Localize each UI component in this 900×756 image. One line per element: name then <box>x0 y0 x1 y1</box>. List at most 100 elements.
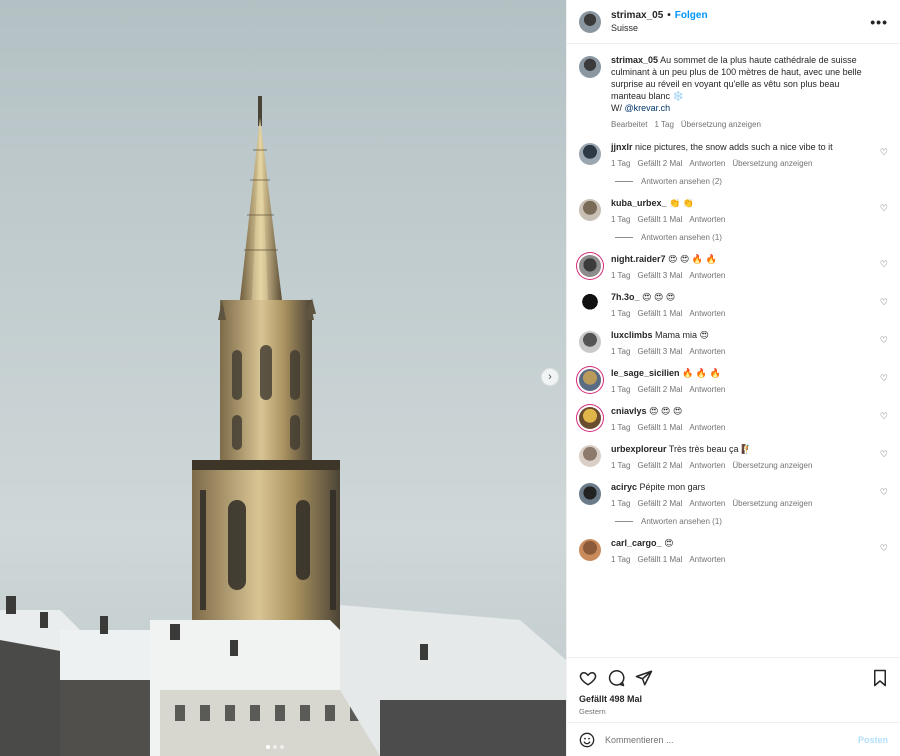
comment-username[interactable]: jjnxlr <box>611 142 633 152</box>
comment-likes[interactable]: Gefällt 2 Mal <box>637 461 682 470</box>
comment-time[interactable]: 1 Tag <box>611 423 630 432</box>
comment: urbexploreur Très très beau ça 🧗 1 Tag G… <box>579 443 888 470</box>
comment-time[interactable]: 1 Tag <box>611 309 630 318</box>
view-replies-button[interactable]: Antworten ansehen (1) <box>615 517 888 526</box>
comment-username[interactable]: luxclimbs <box>611 330 653 340</box>
comment-text: Pépite mon gars <box>639 482 706 492</box>
comment-text: 🔥 🔥 🔥 <box>682 368 721 378</box>
comment-username[interactable]: le_sage_sicilien <box>611 368 680 378</box>
translate-link[interactable]: Übersetzung anzeigen <box>732 461 812 470</box>
reply-button[interactable]: Antworten <box>689 215 725 224</box>
reply-button[interactable]: Antworten <box>689 499 725 508</box>
chevron-right-icon: › <box>548 371 552 383</box>
like-comment-heart-icon[interactable]: ♡ <box>880 335 888 346</box>
commenter-avatar[interactable] <box>579 407 601 429</box>
view-replies-button[interactable]: Antworten ansehen (1) <box>615 233 888 242</box>
comment-username[interactable]: carl_cargo_ <box>611 538 662 548</box>
reply-button[interactable]: Antworten <box>689 555 725 564</box>
like-comment-heart-icon[interactable]: ♡ <box>880 147 888 158</box>
commenter-avatar[interactable] <box>579 143 601 165</box>
comment-username[interactable]: aciryc <box>611 482 637 492</box>
caption-username[interactable]: strimax_05 <box>611 55 658 65</box>
caption-time[interactable]: 1 Tag <box>654 120 673 129</box>
next-slide-button[interactable]: › <box>541 368 559 386</box>
author-avatar[interactable] <box>579 56 601 78</box>
commenter-avatar[interactable] <box>579 331 601 353</box>
like-comment-heart-icon[interactable]: ♡ <box>880 203 888 214</box>
comment-username[interactable]: night.raider7 <box>611 254 666 264</box>
like-comment-heart-icon[interactable]: ♡ <box>880 373 888 384</box>
like-comment-heart-icon[interactable]: ♡ <box>880 543 888 554</box>
commenter-avatar[interactable] <box>579 199 601 221</box>
translate-link[interactable]: Übersetzung anzeigen <box>732 159 812 168</box>
comment-time[interactable]: 1 Tag <box>611 159 630 168</box>
comment-username[interactable]: urbexploreur <box>611 444 667 454</box>
comment-likes[interactable]: Gefällt 1 Mal <box>637 555 682 564</box>
bookmark-icon[interactable] <box>872 669 888 687</box>
comment-username[interactable]: kuba_urbex_ <box>611 198 667 208</box>
comment-text: 👏 👏 <box>669 198 694 208</box>
reply-button[interactable]: Antworten <box>689 309 725 318</box>
reply-button[interactable]: Antworten <box>689 423 725 432</box>
comment-input[interactable]: Kommentieren ... <box>605 735 848 745</box>
comment-text: 😍 <box>664 538 674 548</box>
reply-button[interactable]: Antworten <box>689 385 725 394</box>
comment-time[interactable]: 1 Tag <box>611 271 630 280</box>
comment-time[interactable]: 1 Tag <box>611 499 630 508</box>
comment-likes[interactable]: Gefällt 2 Mal <box>637 159 682 168</box>
heart-icon[interactable] <box>579 669 597 687</box>
like-comment-heart-icon[interactable]: ♡ <box>880 449 888 460</box>
comments-feed[interactable]: strimax_05 Au sommet de la plus haute ca… <box>567 44 900 657</box>
commenter-avatar[interactable] <box>579 483 601 505</box>
reply-button[interactable]: Antworten <box>689 461 725 470</box>
translate-link[interactable]: Übersetzung anzeigen <box>732 499 812 508</box>
post-date[interactable]: Gestern <box>579 707 888 716</box>
post-actions: Gefällt 498 Mal Gestern <box>567 657 900 722</box>
post-location[interactable]: Suisse <box>611 23 870 33</box>
view-replies-button[interactable]: Antworten ansehen (2) <box>615 177 888 186</box>
comment-time[interactable]: 1 Tag <box>611 347 630 356</box>
like-count[interactable]: Gefällt 498 Mal <box>579 694 888 704</box>
emoji-icon[interactable] <box>579 732 595 748</box>
translate-link[interactable]: Übersetzung anzeigen <box>681 120 761 129</box>
credit-link[interactable]: @krevar.ch <box>625 103 671 113</box>
post-photo[interactable]: › <box>0 0 566 756</box>
comment-time[interactable]: 1 Tag <box>611 461 630 470</box>
comment-likes[interactable]: Gefällt 1 Mal <box>637 309 682 318</box>
comment-likes[interactable]: Gefällt 3 Mal <box>637 271 682 280</box>
comment-text: 😍 😍 🔥 🔥 <box>668 254 717 264</box>
reply-button[interactable]: Antworten <box>689 159 725 168</box>
like-comment-heart-icon[interactable]: ♡ <box>880 259 888 270</box>
carousel-dot <box>280 745 284 749</box>
comment-likes[interactable]: Gefällt 1 Mal <box>637 215 682 224</box>
like-comment-heart-icon[interactable]: ♡ <box>880 411 888 422</box>
comment-likes[interactable]: Gefällt 3 Mal <box>637 347 682 356</box>
commenter-avatar[interactable] <box>579 369 601 391</box>
like-comment-heart-icon[interactable]: ♡ <box>880 297 888 308</box>
comment-username[interactable]: cniavlys <box>611 406 647 416</box>
comment-likes[interactable]: Gefällt 2 Mal <box>637 499 682 508</box>
comment-time[interactable]: 1 Tag <box>611 385 630 394</box>
author-username[interactable]: strimax_05 <box>611 10 663 21</box>
comment-text: Très très beau ça 🧗 <box>668 444 753 454</box>
commenter-avatar[interactable] <box>579 255 601 277</box>
like-comment-heart-icon[interactable]: ♡ <box>880 487 888 498</box>
follow-button[interactable]: Folgen <box>675 10 708 21</box>
cathedral-photo <box>0 96 566 756</box>
comment-likes[interactable]: Gefällt 2 Mal <box>637 385 682 394</box>
author-avatar[interactable] <box>579 10 601 33</box>
share-icon[interactable] <box>635 669 653 687</box>
carousel-dots <box>266 745 284 749</box>
comment-time[interactable]: 1 Tag <box>611 215 630 224</box>
comment-username[interactable]: 7h.3o_ <box>611 292 640 302</box>
comment-time[interactable]: 1 Tag <box>611 555 630 564</box>
more-icon[interactable]: ••• <box>870 14 888 30</box>
commenter-avatar[interactable] <box>579 539 601 561</box>
comment-icon[interactable] <box>607 669 625 687</box>
reply-button[interactable]: Antworten <box>689 271 725 280</box>
post-comment-button[interactable]: Posten <box>858 735 888 745</box>
commenter-avatar[interactable] <box>579 445 601 467</box>
reply-button[interactable]: Antworten <box>689 347 725 356</box>
commenter-avatar[interactable] <box>579 293 601 315</box>
comment-likes[interactable]: Gefällt 1 Mal <box>637 423 682 432</box>
